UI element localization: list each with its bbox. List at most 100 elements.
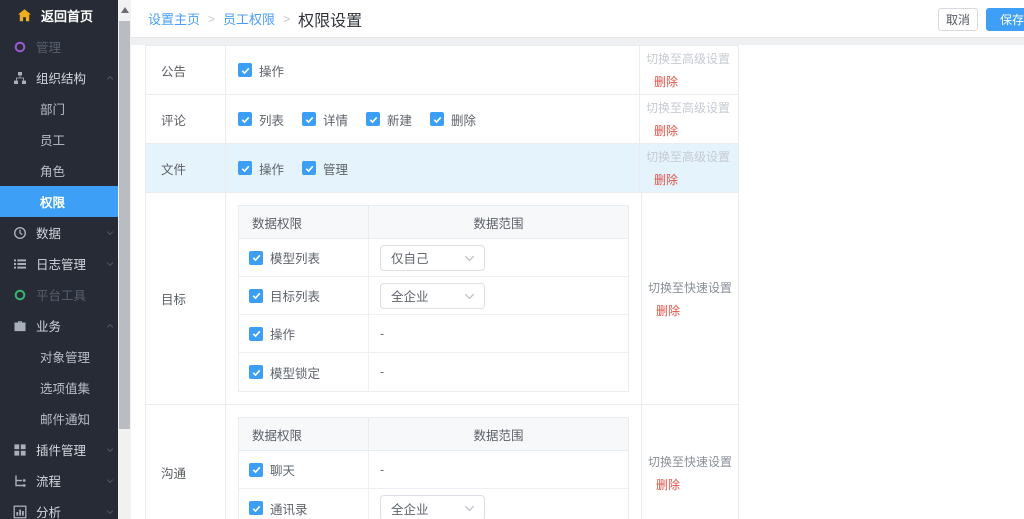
permission-checkbox-item[interactable]: 操作: [238, 159, 284, 178]
chevron-up-icon: [106, 74, 114, 82]
toggle-settings-link[interactable]: 切换至高级设置: [646, 148, 738, 165]
sidebar-item-label: 流程: [36, 471, 61, 490]
delete-link[interactable]: 删除: [656, 302, 740, 319]
data-scope-table: 数据权限数据范围聊天-通讯录全企业: [238, 417, 629, 519]
sidebar-item-9[interactable]: 业务: [0, 310, 118, 341]
data-scope-row: 聊天-: [239, 451, 628, 489]
sidebar-item-10[interactable]: 对象管理: [0, 341, 118, 372]
row-label: 目标: [146, 193, 226, 404]
table-row-3: 目标数据权限数据范围模型列表仅自己目标列表全企业操作-模型锁定-切换至快速设置删…: [146, 193, 738, 405]
row-label: 沟通: [146, 405, 226, 519]
checkbox-checked-icon[interactable]: [430, 112, 444, 126]
sidebar-item-label: 业务: [36, 316, 61, 335]
checkbox-checked-icon[interactable]: [249, 289, 263, 303]
cancel-button[interactable]: 取消: [938, 8, 978, 31]
data-permission-cell: 模型列表: [239, 239, 369, 276]
table-row-2: 文件操作管理 切换至高级设置删除: [146, 144, 738, 193]
sidebar-scrollbar[interactable]: [118, 0, 131, 519]
delete-link[interactable]: 删除: [654, 73, 738, 90]
row-actions-cell: 切换至高级设置删除: [639, 95, 738, 143]
scope-select-value: 全企业: [391, 499, 429, 518]
sidebar-item-13[interactable]: 插件管理: [0, 434, 118, 465]
permission-checkbox-item[interactable]: 通讯录: [249, 499, 308, 518]
sidebar-item-6[interactable]: 数据: [0, 217, 118, 248]
sidebar-item-0[interactable]: 管理: [0, 31, 118, 62]
sidebar-item-label: 平台工具: [36, 285, 86, 304]
permission-checkbox-item[interactable]: 聊天: [249, 460, 295, 479]
sidebar-item-5[interactable]: 权限: [0, 186, 118, 217]
data-scope-cell: 仅自己: [369, 239, 628, 276]
sidebar-item-label: 日志管理: [36, 254, 86, 273]
checkbox-label: 通讯录: [270, 499, 308, 518]
sidebar-item-7[interactable]: 日志管理: [0, 248, 118, 279]
delete-link[interactable]: 删除: [654, 122, 738, 139]
sidebar-item-12[interactable]: 邮件通知: [0, 403, 118, 434]
scope-select[interactable]: 仅自己: [380, 245, 485, 271]
toggle-settings-link[interactable]: 切换至快速设置: [648, 279, 740, 296]
checkbox-checked-icon[interactable]: [249, 251, 263, 265]
permission-checkbox-item[interactable]: 模型锁定: [249, 363, 320, 382]
chevron-down-icon: [464, 289, 475, 303]
sidebar-item-4[interactable]: 角色: [0, 155, 118, 186]
save-button[interactable]: 保存: [986, 8, 1024, 31]
toggle-settings-link[interactable]: 切换至高级设置: [646, 50, 738, 67]
checkbox-checked-icon[interactable]: [249, 365, 263, 379]
data-scope-row: 模型列表 仅自己: [239, 239, 628, 277]
delete-link[interactable]: 删除: [656, 476, 740, 493]
scope-select-value: 仅自己: [391, 248, 429, 267]
permission-checkbox-item[interactable]: 操作: [238, 61, 284, 80]
chevron-down-icon: [106, 260, 114, 268]
row-label: 文件: [146, 144, 226, 192]
toggle-settings-link[interactable]: 切换至高级设置: [646, 99, 738, 116]
scope-select-value: 全企业: [391, 286, 429, 305]
sidebar-item-1[interactable]: 组织结构: [0, 62, 118, 93]
checkbox-checked-icon[interactable]: [366, 112, 380, 126]
checkbox-checked-icon[interactable]: [302, 161, 316, 175]
permission-checkbox-item[interactable]: 模型列表: [249, 248, 320, 267]
data-scope-row: 通讯录 全企业: [239, 489, 628, 519]
row-label: 评论: [146, 95, 226, 143]
chevron-down-icon: [106, 446, 114, 454]
permission-checkbox-item[interactable]: 操作: [249, 324, 295, 343]
row-label: 公告: [146, 46, 226, 94]
checkbox-checked-icon[interactable]: [302, 112, 316, 126]
sidebar-item-2[interactable]: 部门: [0, 93, 118, 124]
permission-checkbox-item[interactable]: 删除: [430, 110, 476, 129]
scrollbar-up-arrow-icon[interactable]: [121, 7, 129, 13]
sidebar-item-label: 分析: [36, 502, 61, 519]
checkbox-label: 列表: [259, 110, 284, 129]
data-permission-cell: 聊天: [239, 451, 369, 488]
permission-checkbox-item[interactable]: 详情: [302, 110, 348, 129]
checkbox-checked-icon[interactable]: [249, 327, 263, 341]
checkbox-checked-icon[interactable]: [238, 161, 252, 175]
checkbox-label: 模型锁定: [270, 363, 320, 382]
scope-select[interactable]: 全企业: [380, 495, 485, 519]
checkbox-checked-icon[interactable]: [238, 112, 252, 126]
row-content-cell: 数据权限数据范围模型列表仅自己目标列表全企业操作-模型锁定-: [226, 193, 641, 404]
permission-checkbox-item[interactable]: 管理: [302, 159, 348, 178]
permission-checkbox-item[interactable]: 列表: [238, 110, 284, 129]
sidebar-item-8[interactable]: 平台工具: [0, 279, 118, 310]
scrollbar-thumb[interactable]: [119, 21, 130, 429]
sidebar-item-3[interactable]: 员工: [0, 124, 118, 155]
sidebar-item-11[interactable]: 选项值集: [0, 372, 118, 403]
breadcrumb-link-settings-home[interactable]: 设置主页: [148, 9, 200, 28]
sidebar-item-15[interactable]: 分析: [0, 496, 118, 519]
breadcrumb-separator: >: [208, 12, 215, 26]
checkbox-checked-icon[interactable]: [249, 501, 263, 515]
row-content-cell: 列表详情新建删除: [226, 95, 639, 143]
breadcrumb-link-employee-permissions[interactable]: 员工权限: [223, 9, 275, 28]
checkbox-checked-icon[interactable]: [249, 463, 263, 477]
sidebar-item-14[interactable]: 流程: [0, 465, 118, 496]
scope-select[interactable]: 全企业: [380, 283, 485, 309]
data-permission-cell: 模型锁定: [239, 353, 369, 391]
delete-link[interactable]: 删除: [654, 171, 738, 188]
data-scope-header: 数据范围: [369, 418, 628, 450]
permission-checkbox-item[interactable]: 新建: [366, 110, 412, 129]
permission-checkbox-item[interactable]: 目标列表: [249, 286, 320, 305]
sidebar-back-home[interactable]: 返回首页: [0, 0, 118, 31]
row-actions-cell: 切换至高级设置删除: [639, 46, 738, 94]
checkbox-checked-icon[interactable]: [238, 63, 252, 77]
toggle-settings-link[interactable]: 切换至快速设置: [648, 453, 740, 470]
breadcrumb-separator: >: [283, 12, 290, 26]
